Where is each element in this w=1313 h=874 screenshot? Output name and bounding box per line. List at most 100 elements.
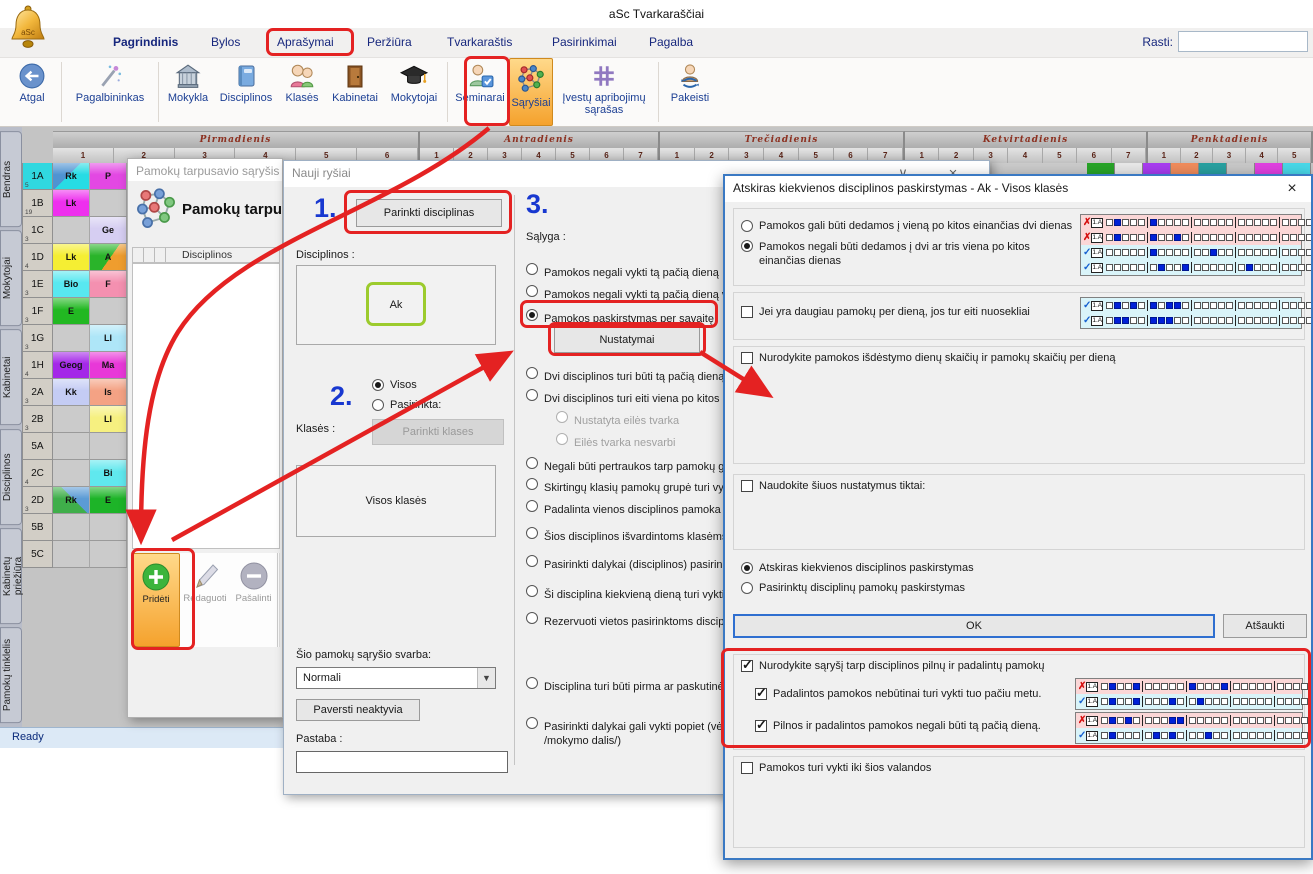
timetable-cell[interactable] (90, 541, 127, 568)
radio-negali-dedamos[interactable]: Pamokos negali būti dedamos į dvi ar tri… (741, 240, 1079, 269)
sidebar-tab-mokytojai[interactable]: Mokytojai (0, 230, 22, 326)
condition-option-0[interactable]: Pamokos negali vykti tą pačią dieną (526, 263, 719, 281)
search-input[interactable] (1178, 31, 1308, 52)
column-header-disciplinos[interactable]: Disciplinos (166, 249, 232, 261)
class-row-header-1e[interactable]: 1E3 (22, 271, 53, 298)
condition-option-5[interactable]: Nustatyta eilės tvarka (556, 411, 679, 429)
class-row-header-2a[interactable]: 2A3 (22, 379, 53, 406)
timetable-cell[interactable]: Ma (90, 352, 127, 379)
checkbox-naudokite[interactable]: Naudokite šiuos nustatymus tiktai: (741, 480, 925, 492)
parinkti-klases-button[interactable]: Parinkti klases (372, 419, 504, 445)
class-row-header-1g[interactable]: 1G3 (22, 325, 53, 352)
condition-option-8[interactable]: Skirtingų klasių pamokų grupė turi vyk (526, 478, 729, 496)
timetable-cell[interactable] (90, 433, 127, 460)
toolbar-disciplinos-button[interactable]: Disciplinos (214, 58, 278, 126)
timetable-cell[interactable] (53, 325, 90, 352)
importance-select[interactable]: Normali ▼ (296, 667, 496, 689)
condition-option-10[interactable]: Šios disciplinos išvardintoms klasėms t (526, 527, 734, 545)
class-row-header-1d[interactable]: 1D4 (22, 244, 53, 271)
class-row-header-1f[interactable]: 1F3 (22, 298, 53, 325)
checkbox-padalintos[interactable]: Padalintos pamokos nebūtinai turi vykti … (755, 688, 1041, 700)
menu-pasirinkimai[interactable]: Pasirinkimai (552, 35, 617, 49)
toolbar-kabinetai-button[interactable]: Kabinetai (326, 58, 384, 126)
timetable-cell[interactable]: P (90, 163, 127, 190)
timetable-cell[interactable]: Kk (53, 379, 90, 406)
timetable-cell[interactable]: Geog (53, 352, 90, 379)
timetable-cell[interactable] (53, 217, 90, 244)
sidebar-tab-bendras[interactable]: Bendras (0, 131, 22, 227)
sidebar-tab-kabinet-prie-i-ra[interactable]: Kabinetų priežiūra (0, 528, 22, 624)
selected-discipline-box[interactable]: Ak (296, 265, 496, 345)
toolbar-pakeisti-button[interactable]: Pakeisti (662, 58, 718, 126)
radio-pasirinktu[interactable]: Pasirinktų disciplinų pamokų paskirstyma… (741, 582, 965, 594)
list-column[interactable] (144, 248, 155, 262)
timetable-cell[interactable]: Is (90, 379, 127, 406)
list-column[interactable] (155, 248, 166, 262)
timetable-cell[interactable]: Ge (90, 217, 127, 244)
condition-option-3[interactable]: Dvi disciplinos turi būti tą pačią dieną (526, 367, 724, 385)
atsaukti-button[interactable]: Atšaukti (1223, 614, 1307, 638)
timetable-cell[interactable]: F (90, 271, 127, 298)
class-row-header-2c[interactable]: 2C4 (22, 460, 53, 487)
timetable-cell[interactable]: E (53, 298, 90, 325)
class-row-header-1a[interactable]: 1A5 (22, 163, 53, 190)
toolbar-mokytojai-button[interactable]: Mokytojai (384, 58, 444, 126)
radio-pasirinkta[interactable]: Pasirinkta: (372, 399, 441, 411)
timetable-cell[interactable]: Ll (90, 406, 127, 433)
class-row-header-1h[interactable]: 1H4 (22, 352, 53, 379)
menu-tvarkarastis[interactable]: Tvarkaraštis (447, 35, 512, 49)
checkbox-nuosekliai[interactable]: Jei yra daugiau pamokų per dieną, jos tu… (741, 306, 1030, 318)
sidebar-tab-disciplinos[interactable]: Disciplinos (0, 429, 22, 525)
condition-option-15[interactable]: Pasirinkti dalykai gali vykti popiet (vė… (526, 717, 734, 747)
class-row-header-2d[interactable]: 2D3 (22, 487, 53, 514)
menu-bylos[interactable]: Bylos (211, 35, 240, 49)
checkbox-sarysi-pilnu[interactable]: Nurodykite sąryšį tarp disciplinos pilnų… (741, 660, 1045, 672)
parinkti-disciplinas-button[interactable]: Parinkti disciplinas (356, 199, 502, 227)
timetable-cell[interactable] (90, 298, 127, 325)
condition-option-11[interactable]: Pasirinkti dalykai (disciplinos) pasirin… (526, 555, 731, 573)
list-column[interactable] (133, 248, 144, 262)
menu-pagrindinis[interactable]: Pagrindinis (113, 35, 178, 49)
menu-pagalba[interactable]: Pagalba (649, 35, 693, 49)
ok-button[interactable]: OK (733, 614, 1215, 638)
condition-option-6[interactable]: Eilės tvarka nesvarbi (556, 433, 676, 451)
close-icon[interactable]: × (1277, 180, 1307, 198)
condition-option-2[interactable]: Pamokos paskirstymas per savaitę (526, 309, 714, 327)
timetable-cell[interactable] (53, 514, 90, 541)
condition-option-13[interactable]: Rezervuoti vietos pasirinktoms discipli (526, 612, 729, 630)
checkbox-isdestymo[interactable]: Nurodykite pamokos išdėstymo dienų skaič… (741, 352, 1115, 364)
timetable-cell[interactable]: E (90, 487, 127, 514)
radio-visos[interactable]: Visos (372, 379, 417, 391)
toolbar-seminarai-button[interactable]: Seminarai (451, 58, 509, 126)
timetable-cell[interactable] (53, 433, 90, 460)
relations-list[interactable] (132, 263, 280, 549)
paversti-neaktyvia-button[interactable]: Paversti neaktyvia (296, 699, 420, 721)
timetable-cell[interactable]: Rk (53, 163, 90, 190)
class-row-header-5c[interactable]: 5C (22, 541, 53, 568)
timetable-cell[interactable]: Bio (53, 271, 90, 298)
toolbar-mokykla-button[interactable]: Mokykla (162, 58, 214, 126)
class-row-header-1c[interactable]: 1C3 (22, 217, 53, 244)
pasalinti-button[interactable]: Pašalinti (230, 553, 278, 647)
toolbar-klases-button[interactable]: Klasės (278, 58, 326, 126)
timetable-cell[interactable]: Ll (90, 325, 127, 352)
class-row-header-5b[interactable]: 5B (22, 514, 53, 541)
condition-option-14[interactable]: Disciplina turi būti pirma ar paskutinė (526, 677, 724, 695)
timetable-cell[interactable]: Bi (90, 460, 127, 487)
timetable-cell[interactable]: A (90, 244, 127, 271)
timetable-cell[interactable]: Lk (53, 244, 90, 271)
selected-classes-box[interactable]: Visos klasės (296, 465, 496, 537)
condition-option-12[interactable]: Ši disciplina kiekvieną dieną turi vykti (526, 585, 724, 603)
menu-aprasymai[interactable]: Aprašymai (277, 35, 334, 49)
condition-option-4[interactable]: Dvi disciplinos turi eiti viena po kitos (526, 389, 719, 407)
checkbox-pilnos[interactable]: Pilnos ir padalintos pamokos negali būti… (755, 720, 1041, 732)
class-row-header-1b[interactable]: 1B19 (22, 190, 53, 217)
timetable-cell[interactable] (90, 514, 127, 541)
class-row-header-2b[interactable]: 2B3 (22, 406, 53, 433)
toolbar-atgal-button[interactable]: Atgal (6, 58, 58, 126)
toolbar-apribojimu-sarasas-button[interactable]: Įvestų apribojimų sąrašas (553, 58, 655, 126)
condition-option-7[interactable]: Negali būti pertraukos tarp pamokų gr (526, 457, 728, 475)
timetable-cell[interactable]: Lk (53, 190, 90, 217)
nustatymai-button[interactable]: Nustatymai (554, 327, 700, 353)
checkbox-iki-valandos[interactable]: Pamokos turi vykti iki šios valandos (741, 762, 931, 774)
